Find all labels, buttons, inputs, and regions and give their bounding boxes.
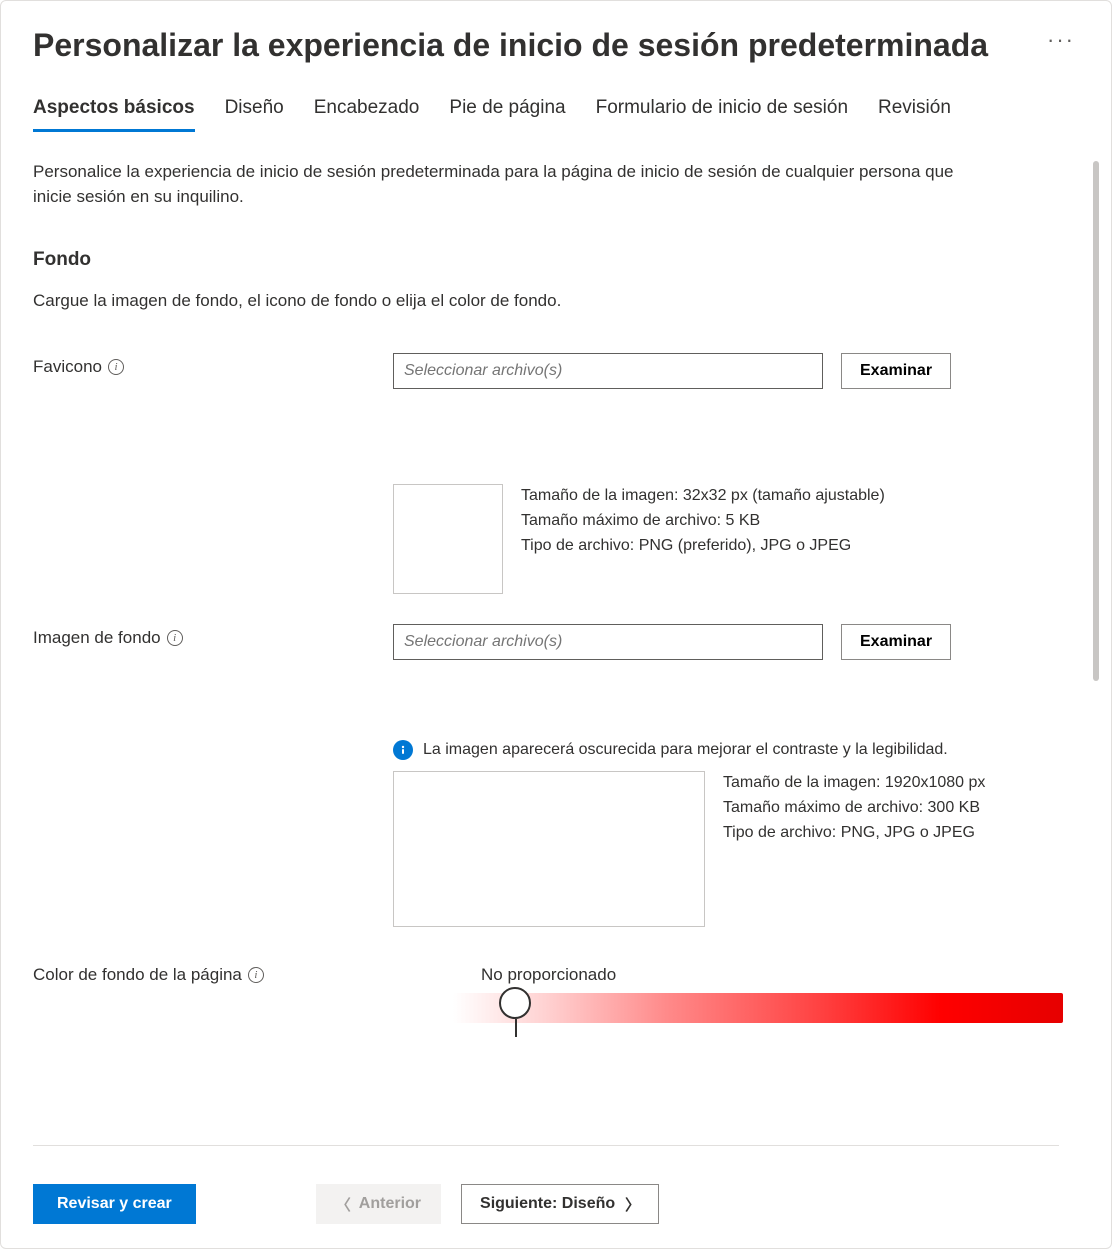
vertical-scrollbar[interactable] [1093, 161, 1099, 1136]
header-row: Personalizar la experiencia de inicio de… [33, 19, 1079, 81]
customize-signin-panel: Personalizar la experiencia de inicio de… [0, 0, 1112, 1249]
chevron-left-icon: 〈 [336, 1194, 351, 1215]
background-browse-button[interactable]: Examinar [841, 624, 951, 660]
previous-button: 〈 Anterior [316, 1184, 441, 1224]
background-image-label-text: Imagen de fondo [33, 628, 161, 648]
page-bg-color-value: No proporcionado [481, 965, 616, 985]
info-icon[interactable]: i [108, 359, 124, 375]
background-file-input[interactable] [393, 624, 823, 660]
review-create-button[interactable]: Revisar y crear [33, 1184, 196, 1224]
favicon-row: Favicono i Examinar [33, 353, 1079, 389]
page-bg-color-label-text: Color de fondo de la página [33, 965, 242, 985]
favicon-label: Favicono i [33, 353, 393, 377]
background-image-row: Imagen de fondo i Examinar [33, 624, 1079, 660]
favicon-browse-button[interactable]: Examinar [841, 353, 951, 389]
wizard-footer: Revisar y crear 〈 Anterior Siguiente: Di… [33, 1184, 1079, 1224]
scrollbar-thumb[interactable] [1093, 161, 1099, 681]
hue-slider-track [453, 993, 1063, 1023]
favicon-spec-size: Tamaño de la imagen: 32x32 px (tamaño aj… [521, 484, 885, 509]
next-button[interactable]: Siguiente: Diseño 〉 [461, 1184, 659, 1224]
wizard-tabs: Aspectos básicos Diseño Encabezado Pie d… [33, 97, 1079, 132]
background-spec-type: Tipo de archivo: PNG, JPG o JPEG [723, 821, 985, 846]
favicon-file-input[interactable] [393, 353, 823, 389]
background-spec-max: Tamaño máximo de archivo: 300 KB [723, 796, 985, 821]
background-spec-size: Tamaño de la imagen: 1920x1080 px [723, 771, 985, 796]
info-icon[interactable]: i [167, 630, 183, 646]
page-bg-color-label: Color de fondo de la página i [33, 965, 453, 985]
previous-button-label: Anterior [359, 1195, 421, 1213]
section-desc-fondo: Cargue la imagen de fondo, el icono de f… [33, 291, 1079, 311]
background-preview-row: Tamaño de la imagen: 1920x1080 px Tamaño… [393, 771, 1079, 927]
favicon-spec-max: Tamaño máximo de archivo: 5 KB [521, 509, 885, 534]
page-title: Personalizar la experiencia de inicio de… [33, 25, 988, 65]
chevron-right-icon: 〉 [625, 1194, 640, 1215]
background-preview-box [393, 771, 705, 927]
tab-aspectos-basicos[interactable]: Aspectos básicos [33, 97, 195, 132]
favicon-spec-type: Tipo de archivo: PNG (preferido), JPG o … [521, 534, 885, 559]
favicon-specs: Tamaño de la imagen: 32x32 px (tamaño aj… [521, 484, 885, 558]
background-specs: Tamaño de la imagen: 1920x1080 px Tamaño… [723, 771, 985, 845]
page-bg-color-row: Color de fondo de la página i No proporc… [33, 965, 1079, 995]
tab-revision[interactable]: Revisión [878, 97, 951, 132]
tab-formulario-inicio-sesion[interactable]: Formulario de inicio de sesión [596, 97, 848, 132]
tab-encabezado[interactable]: Encabezado [314, 97, 420, 132]
favicon-label-text: Favicono [33, 357, 102, 377]
info-icon[interactable]: i [248, 967, 264, 983]
background-info-message: La imagen aparecerá oscurecida para mejo… [393, 738, 1013, 761]
favicon-preview-box [393, 484, 503, 594]
tab-pie-de-pagina[interactable]: Pie de página [449, 97, 565, 132]
intro-text: Personalice la experiencia de inicio de … [33, 160, 993, 209]
tab-diseno[interactable]: Diseño [225, 97, 284, 132]
background-image-label: Imagen de fondo i [33, 624, 393, 648]
next-button-label: Siguiente: Diseño [480, 1195, 615, 1213]
hue-slider-thumb-tick [515, 1019, 517, 1037]
more-options-button[interactable]: ··· [1047, 19, 1079, 51]
content-divider [33, 1145, 1059, 1146]
info-badge-icon [393, 740, 413, 760]
background-info-text: La imagen aparecerá oscurecida para mejo… [423, 738, 948, 761]
section-title-fondo: Fondo [33, 249, 1079, 271]
favicon-preview-row: Tamaño de la imagen: 32x32 px (tamaño aj… [393, 484, 1079, 594]
hue-slider[interactable] [453, 993, 1063, 1023]
